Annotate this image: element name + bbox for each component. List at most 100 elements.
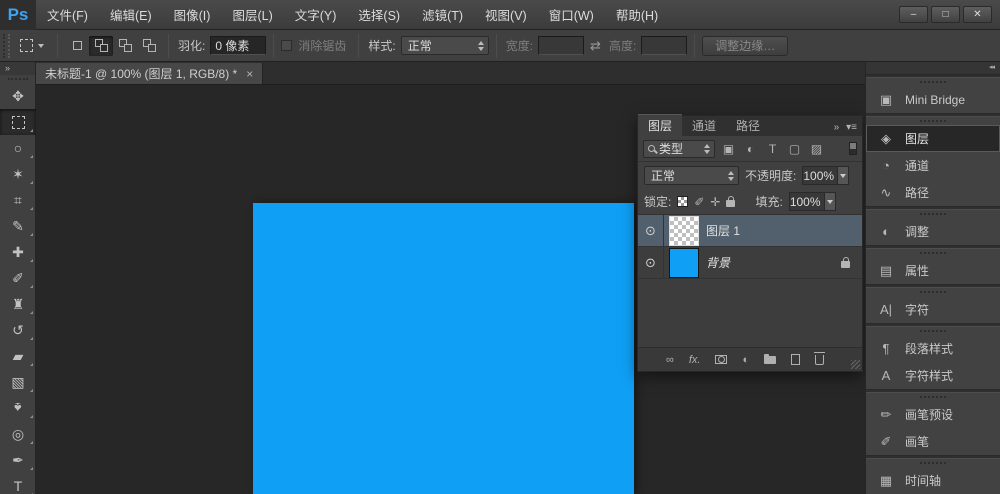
fill-field[interactable]: 100%: [789, 192, 836, 211]
close-button[interactable]: ✕: [963, 6, 992, 23]
dock-group-grip[interactable]: [866, 78, 1000, 86]
layer-name[interactable]: 图层 1: [706, 222, 740, 239]
feather-input[interactable]: [210, 36, 266, 55]
menu-help[interactable]: 帮助(H): [605, 0, 669, 30]
layer-row-layer1[interactable]: ⊙ 图层 1: [638, 215, 862, 247]
menu-file[interactable]: 文件(F): [36, 0, 99, 30]
menu-type[interactable]: 文字(Y): [284, 0, 348, 30]
opacity-dropdown-button[interactable]: [837, 167, 848, 184]
filter-adjustment-layers-icon[interactable]: ◐: [742, 142, 759, 156]
maximize-button[interactable]: □: [931, 6, 960, 23]
panel-resize-grip[interactable]: [851, 360, 860, 369]
blur-tool[interactable]: ♠: [0, 395, 36, 421]
history-brush-tool[interactable]: ↺: [0, 317, 36, 343]
gradient-tool[interactable]: ▧: [0, 369, 36, 395]
new-selection-button[interactable]: [65, 36, 89, 56]
tab-close-icon[interactable]: ×: [246, 67, 253, 81]
anti-alias-checkbox[interactable]: [281, 40, 292, 51]
tools-panel-grip[interactable]: [0, 75, 35, 83]
opacity-field[interactable]: 100%: [802, 166, 849, 185]
options-bar-grip[interactable]: [3, 34, 10, 58]
filter-type-select[interactable]: 类型: [643, 140, 715, 158]
lock-paint-icon[interactable]: ✐: [694, 195, 704, 209]
visibility-toggle[interactable]: ⊙: [638, 215, 664, 246]
dock-item-timeline[interactable]: ▦ 时间轴: [866, 467, 1000, 494]
dock-item-character[interactable]: A| 字符: [866, 296, 1000, 323]
dock-item-paragraph-styles[interactable]: ¶ 段落样式: [866, 335, 1000, 362]
adjustment-layer-icon[interactable]: ◐: [742, 354, 749, 366]
dock-item-properties[interactable]: ▤ 属性: [866, 257, 1000, 284]
crop-tool[interactable]: ⌗: [0, 187, 36, 213]
pen-tool[interactable]: ✒: [0, 447, 36, 473]
swap-dimensions-icon[interactable]: ⇄: [590, 38, 601, 54]
move-tool[interactable]: ✥: [0, 83, 36, 109]
menu-select[interactable]: 选择(S): [347, 0, 411, 30]
dock-group-grip[interactable]: [866, 117, 1000, 125]
tab-channels[interactable]: 通道: [682, 114, 726, 136]
filter-smart-objects-icon[interactable]: ▨: [808, 142, 825, 156]
layer-name[interactable]: 背景: [706, 254, 730, 271]
document-tab[interactable]: 未标题-1 @ 100% (图层 1, RGB/8) * ×: [36, 63, 263, 84]
lock-all-icon[interactable]: [726, 200, 735, 207]
delete-layer-icon[interactable]: [815, 355, 824, 365]
tab-paths[interactable]: 路径: [726, 114, 770, 136]
tools-collapse-icon[interactable]: »: [0, 62, 35, 75]
lock-transparency-icon[interactable]: [677, 196, 688, 207]
dock-group-grip[interactable]: [866, 327, 1000, 335]
dock-item-channels[interactable]: ◔ 通道: [866, 152, 1000, 179]
tab-layers[interactable]: 图层: [638, 114, 682, 136]
link-layers-icon[interactable]: ∞: [666, 354, 674, 366]
lock-position-icon[interactable]: ✛: [710, 195, 720, 209]
panel-collapse-icon[interactable]: »: [834, 122, 840, 133]
layer-row-background[interactable]: ⊙ 背景: [638, 247, 862, 279]
filter-type-layers-icon[interactable]: T: [764, 142, 781, 156]
style-select[interactable]: 正常: [401, 36, 489, 55]
dock-group-grip[interactable]: [866, 459, 1000, 467]
height-input[interactable]: [641, 36, 687, 55]
dock-group-grip[interactable]: [866, 210, 1000, 218]
quick-selection-tool[interactable]: ✶: [0, 161, 36, 187]
filter-pixel-layers-icon[interactable]: ▣: [720, 142, 737, 156]
dock-item-paths[interactable]: ∿ 路径: [866, 179, 1000, 206]
dock-item-adjustments[interactable]: ◐ 调整: [866, 218, 1000, 245]
menu-view[interactable]: 视图(V): [474, 0, 538, 30]
dock-collapse-icon[interactable]: ◂◂: [866, 62, 1000, 75]
refine-edge-button[interactable]: 调整边缘…: [702, 36, 788, 56]
dock-group-grip[interactable]: [866, 249, 1000, 257]
dock-item-layers[interactable]: ◈ 图层: [866, 125, 1000, 152]
add-to-selection-button[interactable]: [89, 36, 113, 56]
dock-item-brush-presets[interactable]: ✏ 画笔预设: [866, 401, 1000, 428]
menu-window[interactable]: 窗口(W): [538, 0, 605, 30]
layer-thumbnail[interactable]: [670, 217, 698, 245]
panel-menu-icon[interactable]: ▾≡: [846, 122, 857, 133]
menu-image[interactable]: 图像(I): [163, 0, 222, 30]
eraser-tool[interactable]: ▰: [0, 343, 36, 369]
dodge-tool[interactable]: ◎: [0, 421, 36, 447]
type-tool[interactable]: T: [0, 473, 36, 494]
layer-style-icon[interactable]: fx.: [689, 354, 701, 366]
filter-shape-layers-icon[interactable]: ▢: [786, 142, 803, 156]
dock-group-grip[interactable]: [866, 393, 1000, 401]
visibility-toggle[interactable]: ⊙: [638, 247, 664, 278]
clone-stamp-tool[interactable]: ♜: [0, 291, 36, 317]
intersect-selection-button[interactable]: [137, 36, 161, 56]
lasso-tool[interactable]: ○: [0, 135, 36, 161]
dock-item-brush[interactable]: ✐ 画笔: [866, 428, 1000, 455]
healing-brush-tool[interactable]: ✚: [0, 239, 36, 265]
eyedropper-tool[interactable]: ✎: [0, 213, 36, 239]
new-group-icon[interactable]: [764, 356, 776, 364]
rectangular-marquee-tool[interactable]: [0, 109, 36, 135]
minimize-button[interactable]: –: [899, 6, 928, 23]
fill-dropdown-button[interactable]: [824, 193, 835, 210]
dock-group-grip[interactable]: [866, 288, 1000, 296]
menu-layer[interactable]: 图层(L): [221, 0, 283, 30]
brush-tool[interactable]: ✐: [0, 265, 36, 291]
dock-item-character-styles[interactable]: A 字符样式: [866, 362, 1000, 389]
dock-item-mini-bridge[interactable]: ▣ Mini Bridge: [866, 86, 1000, 113]
canvas-document[interactable]: [253, 203, 634, 494]
layer-mask-icon[interactable]: [715, 355, 727, 364]
new-layer-icon[interactable]: [791, 354, 800, 365]
blend-mode-select[interactable]: 正常: [644, 166, 739, 185]
filter-toggle-switch[interactable]: [849, 142, 857, 155]
subtract-from-selection-button[interactable]: [113, 36, 137, 56]
